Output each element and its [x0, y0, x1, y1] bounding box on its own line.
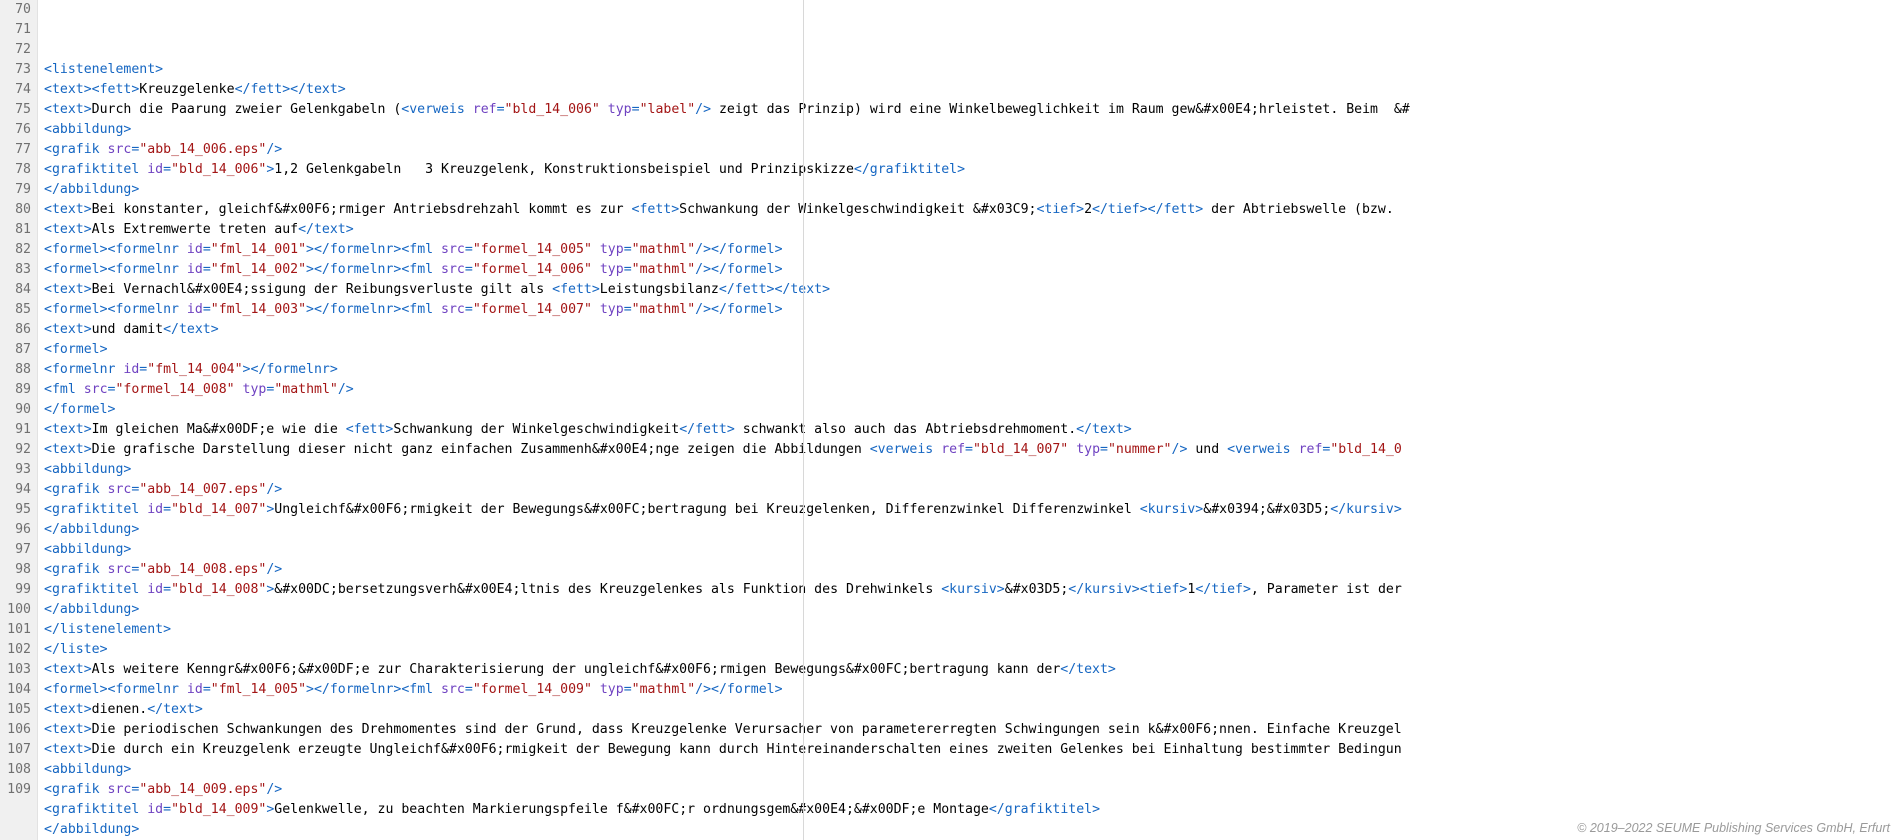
code-line[interactable]: </listenelement> — [44, 620, 1900, 640]
line-number: 83 — [0, 260, 31, 280]
code-line[interactable]: </abbildung> — [44, 600, 1900, 620]
code-line[interactable]: <grafiktitel id="bld_14_007">Ungleichf&#… — [44, 500, 1900, 520]
line-number: 95 — [0, 500, 31, 520]
line-number: 76 — [0, 120, 31, 140]
code-line[interactable]: <formel><formelnr id="fml_14_001"></form… — [44, 240, 1900, 260]
line-number: 93 — [0, 460, 31, 480]
line-number: 109 — [0, 780, 31, 800]
code-line[interactable]: <abbildung> — [44, 760, 1900, 780]
line-number: 80 — [0, 200, 31, 220]
line-number: 108 — [0, 760, 31, 780]
code-line[interactable]: <text>Als weitere Kenngr&#x00F6;&#x00DF;… — [44, 660, 1900, 680]
code-line[interactable]: <text>Die durch ein Kreuzgelenk erzeugte… — [44, 740, 1900, 760]
line-number: 102 — [0, 640, 31, 660]
line-number: 96 — [0, 520, 31, 540]
line-number: 90 — [0, 400, 31, 420]
line-number: 85 — [0, 300, 31, 320]
code-line[interactable]: <formel> — [44, 340, 1900, 360]
code-line[interactable]: <grafik src="abb_14_006.eps"/> — [44, 140, 1900, 160]
line-number: 92 — [0, 440, 31, 460]
line-number: 104 — [0, 680, 31, 700]
code-line[interactable]: <grafiktitel id="bld_14_008">&#x00DC;ber… — [44, 580, 1900, 600]
code-line[interactable]: </liste> — [44, 640, 1900, 660]
line-number: 79 — [0, 180, 31, 200]
code-line[interactable]: <listenelement> — [44, 60, 1900, 80]
line-number: 70 — [0, 0, 31, 20]
line-number: 71 — [0, 20, 31, 40]
code-line[interactable]: <abbildung> — [44, 120, 1900, 140]
line-number-gutter: 7071727374757677787980818283848586878889… — [0, 0, 38, 840]
line-number: 77 — [0, 140, 31, 160]
code-line[interactable]: <text>und damit</text> — [44, 320, 1900, 340]
line-number: 82 — [0, 240, 31, 260]
line-number: 74 — [0, 80, 31, 100]
line-number: 97 — [0, 540, 31, 560]
code-line[interactable]: </abbildung> — [44, 520, 1900, 540]
code-line[interactable]: <text><fett>Kreuzgelenke</fett></text> — [44, 80, 1900, 100]
code-line[interactable]: <text>Als Extremwerte treten auf</text> — [44, 220, 1900, 240]
code-line[interactable]: </abbildung> — [44, 180, 1900, 200]
code-line[interactable]: <text>Im gleichen Ma&#x00DF;e wie die <f… — [44, 420, 1900, 440]
line-number: 107 — [0, 740, 31, 760]
line-number: 73 — [0, 60, 31, 80]
footer-copyright: © 2019–2022 SEUME Publishing Services Gm… — [1577, 818, 1890, 838]
code-line[interactable]: <text>Die periodischen Schwankungen des … — [44, 720, 1900, 740]
code-line[interactable]: <text>Bei konstanter, gleichf&#x00F6;rmi… — [44, 200, 1900, 220]
code-line[interactable]: <formel><formelnr id="fml_14_002"></form… — [44, 260, 1900, 280]
code-line[interactable]: <text>Die grafische Darstellung dieser n… — [44, 440, 1900, 460]
line-number: 98 — [0, 560, 31, 580]
line-number: 89 — [0, 380, 31, 400]
line-number: 86 — [0, 320, 31, 340]
code-line[interactable]: <formel><formelnr id="fml_14_005"></form… — [44, 680, 1900, 700]
line-number: 87 — [0, 340, 31, 360]
code-line[interactable]: <grafik src="abb_14_009.eps"/> — [44, 780, 1900, 800]
code-line[interactable]: <text>Durch die Paarung zweier Gelenkgab… — [44, 100, 1900, 120]
line-number: 91 — [0, 420, 31, 440]
editor: 7071727374757677787980818283848586878889… — [0, 0, 1900, 840]
code-line[interactable]: <formel><formelnr id="fml_14_003"></form… — [44, 300, 1900, 320]
line-number: 105 — [0, 700, 31, 720]
line-number: 75 — [0, 100, 31, 120]
code-line[interactable]: <grafik src="abb_14_007.eps"/> — [44, 480, 1900, 500]
code-line[interactable]: <text>Bei Vernachl&#x00E4;ssigung der Re… — [44, 280, 1900, 300]
line-number: 94 — [0, 480, 31, 500]
code-line[interactable]: </formel> — [44, 400, 1900, 420]
line-number: 72 — [0, 40, 31, 60]
code-line[interactable]: <abbildung> — [44, 460, 1900, 480]
line-number: 100 — [0, 600, 31, 620]
code-line[interactable]: <abbildung> — [44, 540, 1900, 560]
line-number: 103 — [0, 660, 31, 680]
code-line[interactable]: <fml src="formel_14_008" typ="mathml"/> — [44, 380, 1900, 400]
code-line[interactable]: <grafiktitel id="bld_14_006">1,2 Gelenkg… — [44, 160, 1900, 180]
line-number: 84 — [0, 280, 31, 300]
code-line[interactable]: <formelnr id="fml_14_004"></formelnr> — [44, 360, 1900, 380]
code-area[interactable]: <listenelement><text><fett>Kreuzgelenke<… — [38, 0, 1900, 840]
line-number: 81 — [0, 220, 31, 240]
line-number: 78 — [0, 160, 31, 180]
line-number: 101 — [0, 620, 31, 640]
line-number: 99 — [0, 580, 31, 600]
line-number: 106 — [0, 720, 31, 740]
code-line[interactable]: <text>dienen.</text> — [44, 700, 1900, 720]
code-line[interactable]: <grafiktitel id="bld_14_009">Gelenkwelle… — [44, 800, 1900, 820]
line-number: 88 — [0, 360, 31, 380]
code-line[interactable]: <grafik src="abb_14_008.eps"/> — [44, 560, 1900, 580]
